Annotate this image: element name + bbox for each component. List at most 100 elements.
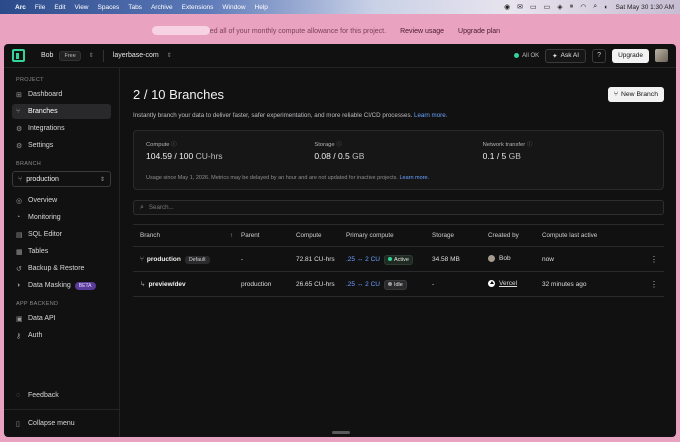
branch-icon: ⑂ [140,255,144,263]
compute-size-link[interactable]: .25 ↔ 2 CU [346,256,380,263]
cell-last-active: now [542,246,644,272]
title-row: 2 / 10 Branches ⑂ New Branch [133,87,664,102]
menu-window[interactable]: Window [222,4,245,11]
branch-name-link[interactable]: production [147,256,181,263]
metric-value: 104.59 / 100 CU-hrs [146,151,314,161]
control-center-icon[interactable]: ◐ [604,4,608,11]
sidebar-item-overview[interactable]: ◎ Overview [12,193,111,208]
neon-logo-icon[interactable] [12,49,25,62]
main-content: 2 / 10 Branches ⑂ New Branch Instantly br… [121,68,676,437]
sidebar-item-tables[interactable]: ▦ Tables [12,244,111,259]
search-icon: ⌕ [140,203,144,211]
cell-storage: - [432,271,488,297]
sidebar-item-monitoring[interactable]: ◔ Monitoring [12,210,111,225]
sidebar-item-sql-editor[interactable]: ▤ SQL Editor [12,227,111,242]
sidebar: PROJECT ⊞ Dashboard ⑂ Branches ⚙ Integratio… [4,68,120,437]
avatar[interactable] [655,49,668,62]
menu-view[interactable]: View [75,4,89,11]
mail-icon[interactable]: ✉ [517,3,523,11]
auth-icon: ⚷ [16,332,22,340]
more-options-icon[interactable]: ⋮ [644,271,664,297]
default-badge: Default [184,255,210,264]
section-label-branch: BRANCH [16,161,42,167]
dashboard-icon: ⊞ [16,91,22,99]
project-name[interactable]: layerbase-com [113,52,159,59]
chevron-updown-icon[interactable]: ⇕ [167,52,172,59]
org-name[interactable]: Bob [41,52,53,59]
chevron-updown-icon[interactable]: ⇕ [89,52,94,59]
status-dot [387,282,392,287]
more-options-icon[interactable]: ⋮ [644,246,664,272]
search-input[interactable]: ⌕ Search... [133,200,664,215]
usage-learn-more-link[interactable]: Learn more. [399,175,429,181]
menu-tabs[interactable]: Tabs [128,4,142,11]
help-button[interactable]: ? [592,48,607,63]
feedback-button[interactable]: ◌ Feedback [12,388,111,403]
learn-more-link[interactable]: Learn more. [414,112,447,119]
info-icon[interactable]: ⓘ [171,142,177,148]
clock[interactable]: Sat May 30 1:30 AM [615,4,674,11]
scrollbar[interactable] [332,431,350,434]
sidebar-item-label: Data API [28,315,56,322]
status-dot [387,257,392,262]
pause-icon[interactable]: ⏸ [570,3,574,11]
macos-menubar: Arc File Edit View Spaces Tabs Archive E… [0,0,680,14]
cell-created-by: Vercel [488,271,542,297]
info-icon[interactable]: ⓘ [527,142,533,148]
description-text: Instantly branch your data to deliver fa… [133,112,413,119]
creator-name[interactable]: Vercel [499,280,517,287]
dropbox-icon[interactable]: ◈ [557,3,562,11]
sidebar-item-label: Tables [28,248,49,255]
section-label-app-backend: APP BACKEND [16,301,59,307]
compute-size-link[interactable]: .25 ↔ 2 CU [346,281,380,288]
column-header-storage: Storage [432,224,488,247]
branch-name-link[interactable]: preview/dev [148,281,185,288]
sidebar-item-dashboard[interactable]: ⊞ Dashboard [12,87,111,102]
column-header-compute: Compute [296,224,346,247]
status-icon[interactable]: ◉ [504,3,510,11]
search-icon[interactable]: ⌕ [593,3,597,11]
info-icon[interactable]: ⓘ [336,142,342,148]
sidebar-item-label: Overview [28,197,58,204]
table-row[interactable]: ↳ preview/dev production 26.65 CU-hrs .25… [133,271,664,297]
cell-primary-compute: .25 ↔ 2 CU Idle [346,271,432,297]
upgrade-button[interactable]: Upgrade [612,48,649,63]
sidebar-item-backup-restore[interactable]: ↺ Backup & Restore [12,261,111,276]
metric-label-text: Compute [146,142,170,148]
ask-ai-button[interactable]: ✦ Ask AI [545,48,587,63]
menubar-app-name[interactable]: Arc [15,4,26,11]
browser-frame: You've used all of your monthly compute … [0,14,680,442]
sidebar-item-branches[interactable]: ⑂ Branches [12,104,111,119]
metric-label-text: Storage [314,142,335,148]
sidebar-item-data-masking[interactable]: ◑ Data Masking BETA [12,278,111,293]
help-icon: ? [597,52,602,59]
menu-help[interactable]: Help [255,4,268,11]
menu-edit[interactable]: Edit [54,4,65,11]
battery-icon[interactable]: ▭ [544,3,551,11]
sort-arrow-icon[interactable]: ↑ [230,232,233,239]
metric-label: Network transfer ⓘ [483,140,651,148]
cell-branch: ↳ preview/dev [133,271,241,297]
status-text: Idle [393,281,403,288]
sidebar-item-integrations[interactable]: ⚙ Integrations [12,121,111,136]
menu-file[interactable]: File [35,4,45,11]
sidebar-item-settings[interactable]: ⚙ Settings [12,138,111,153]
collapse-menu-button[interactable]: ▯ Collapse menu [12,416,111,431]
status-indicator[interactable]: All OK [514,53,539,59]
branch-icon: ⑂ [18,175,23,183]
upgrade-plan-link[interactable]: Upgrade plan [458,28,500,35]
display-icon[interactable]: ▭ [530,3,537,11]
menu-archive[interactable]: Archive [151,4,173,11]
table-row[interactable]: ⑂ production Default - 72.81 CU-hrs .25 ↔ … [133,246,664,272]
column-header-branch[interactable]: Branch ↑ [133,224,241,247]
compute-banner: You've used all of your monthly compute … [4,18,676,44]
plan-badge: Free [59,50,81,61]
menu-extensions[interactable]: Extensions [182,4,214,11]
branch-select[interactable]: ⑂ production ⇕ [12,171,111,187]
review-usage-link[interactable]: Review usage [400,28,444,35]
sidebar-item-data-api[interactable]: ▣ Data API [12,311,111,326]
new-branch-button[interactable]: ⑂ New Branch [607,87,664,102]
sidebar-item-auth[interactable]: ⚷ Auth [12,328,111,343]
menu-spaces[interactable]: Spaces [98,4,120,11]
wifi-icon[interactable]: ◠ [580,3,586,11]
